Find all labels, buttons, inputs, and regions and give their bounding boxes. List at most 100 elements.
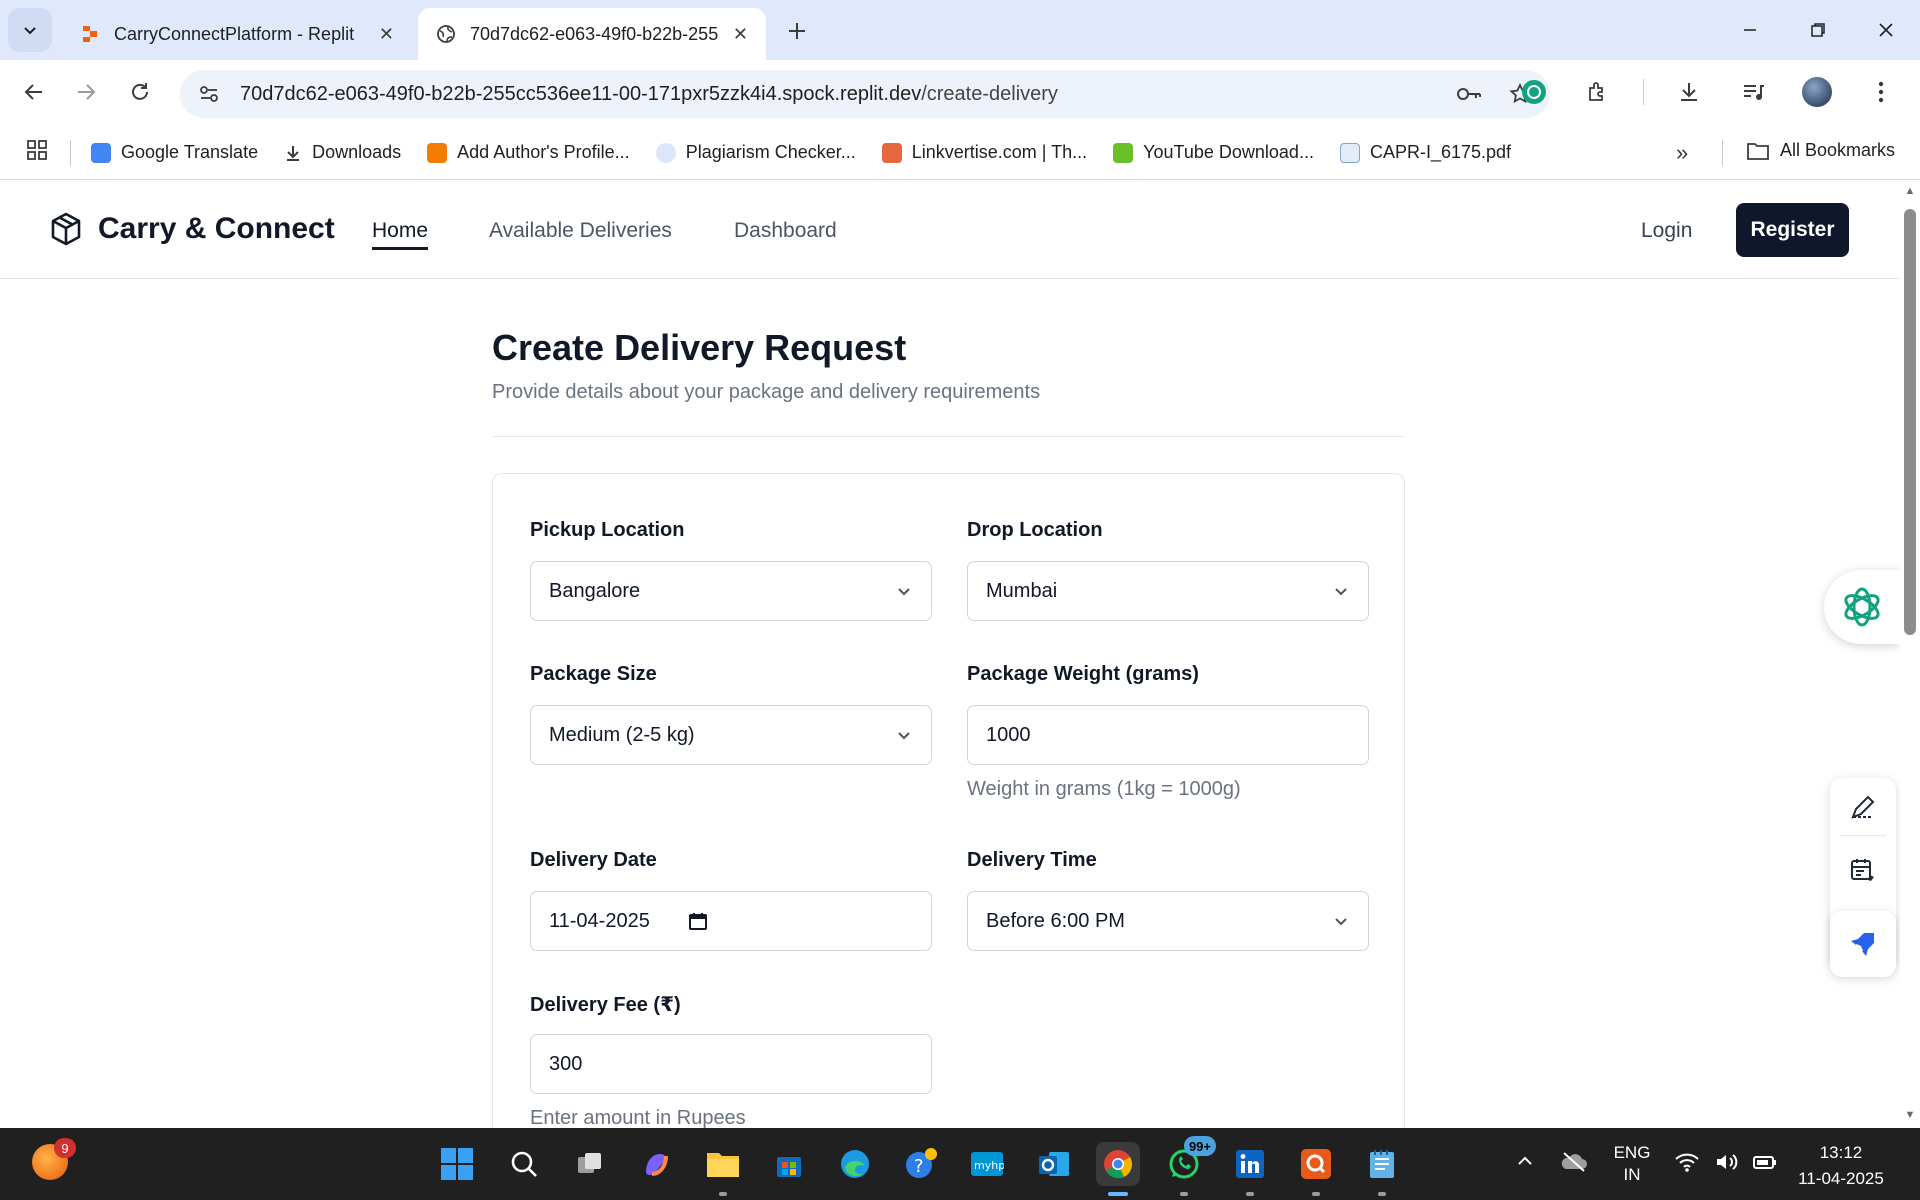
package-weight-input[interactable]: 1000	[967, 705, 1369, 765]
linkedin-button[interactable]	[1228, 1142, 1272, 1196]
browser-menu-button[interactable]	[1862, 73, 1900, 111]
downloads-button[interactable]	[1670, 73, 1708, 111]
bookmark-downloads[interactable]: Downloads	[284, 142, 401, 163]
google-translate-icon	[91, 142, 111, 163]
forward-button[interactable]	[66, 72, 106, 112]
tab-create-delivery[interactable]: 70d7dc62-e063-49f0-b22b-255 ✕	[418, 8, 766, 60]
tab-replit[interactable]: CarryConnectPlatform - Replit ✕	[62, 8, 412, 60]
language-indicator[interactable]: ENG IN	[1604, 1142, 1660, 1186]
calendar-icon[interactable]	[688, 911, 708, 931]
scrollbar-thumb[interactable]	[1904, 209, 1916, 635]
linkedin-icon	[1236, 1150, 1264, 1178]
bookmark-linkvertise[interactable]: Linkvertise.com | Th...	[881, 142, 1087, 163]
task-view-button[interactable]	[568, 1142, 612, 1186]
delivery-time-select[interactable]: Before 6:00 PM	[967, 891, 1369, 951]
nav-dashboard[interactable]: Dashboard	[734, 219, 837, 243]
plagiarism-icon	[655, 142, 676, 163]
notes-button[interactable]	[1848, 855, 1878, 885]
search-button[interactable]	[502, 1142, 546, 1186]
chevron-down-icon	[1335, 918, 1347, 926]
all-bookmarks-button[interactable]: All Bookmarks	[1746, 140, 1895, 161]
delivery-fee-input[interactable]: 300	[530, 1034, 932, 1094]
login-link[interactable]: Login	[1641, 219, 1692, 243]
bookmark-youtube-download[interactable]: YouTube Download...	[1113, 142, 1314, 163]
launch-button[interactable]	[1848, 929, 1878, 959]
close-window-button[interactable]	[1852, 0, 1920, 60]
notepad-button[interactable]	[1360, 1142, 1404, 1196]
outlook-button[interactable]	[1032, 1142, 1076, 1186]
pickup-location-select[interactable]: Bangalore	[530, 561, 932, 621]
onedrive-button[interactable]	[1560, 1150, 1588, 1179]
back-button[interactable]	[14, 72, 54, 112]
page-scrollbar[interactable]: ▲ ▼	[1900, 181, 1920, 1128]
scroll-up-icon[interactable]: ▲	[1904, 185, 1916, 197]
chevron-down-icon	[1335, 588, 1347, 596]
new-tab-button[interactable]	[780, 14, 814, 48]
url-path: /create-delivery	[921, 82, 1058, 105]
password-key-icon[interactable]	[1456, 82, 1482, 106]
minimize-button[interactable]	[1716, 0, 1784, 60]
arrow-right-icon	[78, 84, 96, 100]
start-button[interactable]	[435, 1142, 479, 1186]
avatar	[1802, 77, 1832, 107]
copilot-icon	[646, 1154, 668, 1176]
register-button[interactable]: Register	[1736, 203, 1849, 257]
reload-button[interactable]	[120, 72, 160, 112]
close-tab-icon[interactable]: ✕	[379, 24, 394, 45]
bookmark-google-translate[interactable]: Google Translate	[91, 142, 258, 163]
package-size-select[interactable]: Medium (2-5 kg)	[530, 705, 932, 765]
download-icon	[287, 145, 300, 161]
app-running-indicator	[719, 1192, 727, 1196]
chevron-down-icon	[24, 27, 36, 35]
site-settings-icon[interactable]	[198, 83, 220, 105]
quick-settings-button[interactable]	[1674, 1150, 1778, 1174]
drop-location-select[interactable]: Mumbai	[967, 561, 1369, 621]
edit-pen-button[interactable]	[1848, 792, 1878, 822]
bookmarks-bar: Google Translate Downloads Add Author's …	[0, 126, 1920, 180]
myhp-button[interactable]: myhp	[965, 1142, 1009, 1186]
extensions-button[interactable]	[1579, 73, 1617, 111]
q-app-button[interactable]	[1294, 1142, 1338, 1196]
profile-button[interactable]	[1798, 73, 1836, 111]
region-code: IN	[1623, 1165, 1641, 1184]
address-bar[interactable]: 70d7dc62-e063-49f0-b22b-255cc536ee11-00-…	[180, 70, 1550, 118]
brand-logo[interactable]: Carry & Connect	[48, 211, 335, 247]
nav-home[interactable]: Home	[372, 219, 429, 250]
restore-button[interactable]	[1784, 0, 1852, 60]
delivery-fee-value: 300	[549, 1052, 583, 1075]
delivery-date-input[interactable]: 11-04-2025	[530, 891, 932, 951]
package-weight-hint: Weight in grams (1kg = 1000g)	[967, 778, 1241, 800]
weather-widget[interactable]: 9	[32, 1138, 76, 1180]
bookmark-capr-pdf[interactable]: CAPR-I_6175.pdf	[1339, 142, 1511, 163]
pen-sparkle-icon	[1851, 795, 1875, 819]
show-hidden-icons-button[interactable]	[1514, 1150, 1536, 1177]
chatgpt-extension-button[interactable]	[1515, 73, 1553, 111]
close-icon	[1879, 23, 1893, 37]
close-tab-icon[interactable]: ✕	[733, 24, 748, 45]
bookmark-plagiarism-checker[interactable]: Plagiarism Checker...	[655, 142, 856, 163]
launcher-panel	[1830, 911, 1896, 977]
get-help-button[interactable]: ?	[899, 1142, 943, 1186]
whatsapp-button[interactable]: 99+	[1162, 1136, 1216, 1196]
replit-icon	[83, 26, 97, 42]
package-weight-label: Package Weight (grams)	[967, 663, 1199, 685]
web-page: Carry & Connect Home Available Deliverie…	[0, 181, 1900, 1128]
chatgpt-icon	[1522, 80, 1546, 104]
tab-search-button[interactable]	[8, 8, 52, 52]
ai-assistant-button[interactable]	[1824, 570, 1900, 644]
microsoft-store-button[interactable]	[767, 1142, 811, 1186]
copilot-button[interactable]	[634, 1142, 678, 1186]
apps-button[interactable]	[26, 139, 48, 166]
media-controls-button[interactable]	[1734, 73, 1772, 111]
nav-available-deliveries[interactable]: Available Deliveries	[489, 219, 672, 243]
scroll-down-icon[interactable]: ▼	[1904, 1109, 1916, 1121]
notification-badge: 9	[54, 1138, 76, 1158]
chrome-button[interactable]	[1096, 1142, 1140, 1196]
bookmarks-overflow-button[interactable]: »	[1676, 140, 1688, 166]
file-explorer-button[interactable]	[701, 1142, 745, 1196]
bookmark-author-profile[interactable]: Add Author's Profile...	[427, 142, 630, 163]
outlook-icon	[1039, 1152, 1069, 1176]
clock-button[interactable]: 13:12 11-04-2025	[1786, 1140, 1896, 1192]
edge-button[interactable]	[833, 1142, 877, 1186]
window-controls	[1716, 0, 1920, 60]
